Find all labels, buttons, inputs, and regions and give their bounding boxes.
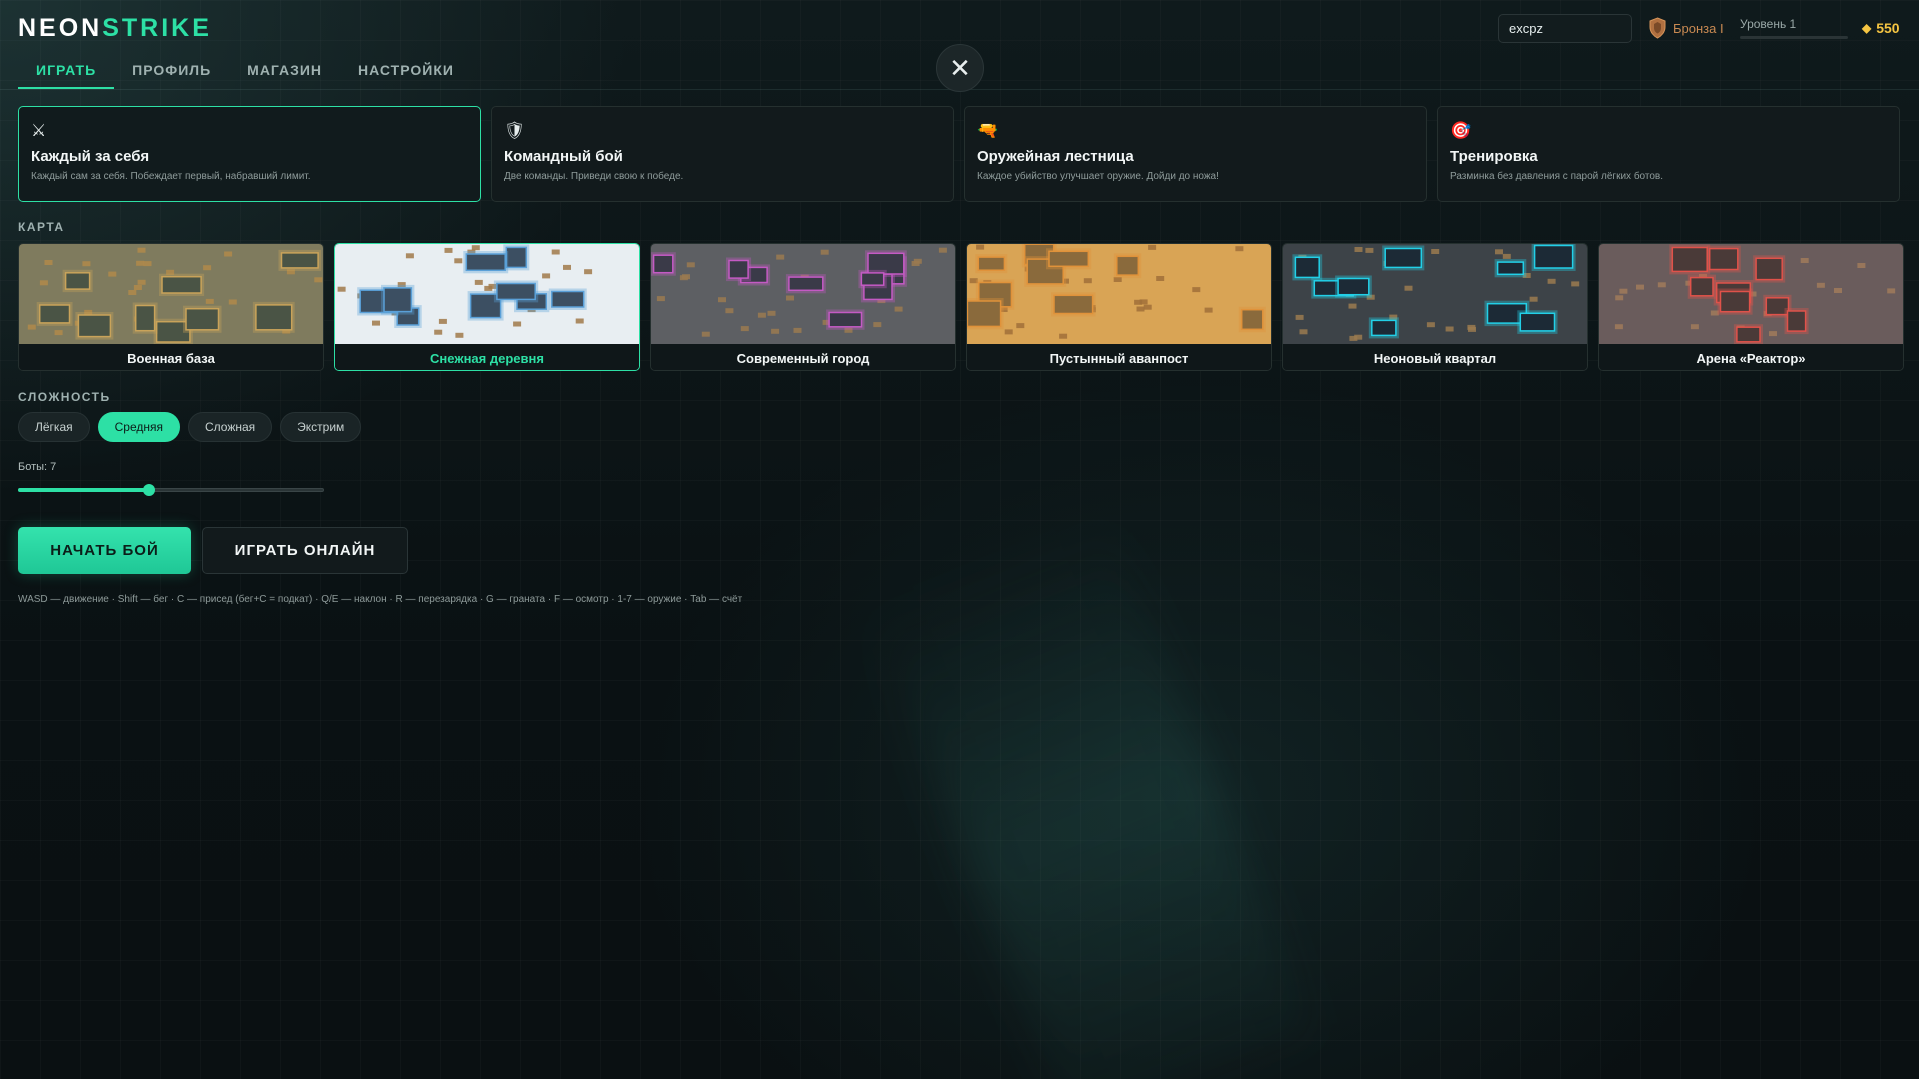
game-modes: ⚔ Каждый за себя Каждый сам за себя. Поб… xyxy=(18,106,1900,202)
map-preview-image xyxy=(1283,244,1587,344)
rank-badge: Бронза I xyxy=(1649,17,1724,39)
map-thumbnail xyxy=(651,244,955,344)
tab-play[interactable]: ИГРАТЬ xyxy=(18,50,115,89)
bots-count-label: Боты: 7 xyxy=(18,461,57,473)
slider-fill xyxy=(18,488,150,492)
map-card-modern-city[interactable]: Современный город xyxy=(650,243,956,371)
close-button[interactable]: ✕ xyxy=(936,44,984,92)
mode-description: Две команды. Приведи свою к победе. xyxy=(504,171,684,182)
mode-card-team[interactable]: 🛡 Командный бой Две команды. Приведи сво… xyxy=(491,106,954,202)
mode-title: Каждый за себя xyxy=(31,148,150,165)
map-card-snow-village[interactable]: Снежная деревня xyxy=(334,243,640,371)
water-gun-icon: 🔫 xyxy=(977,121,999,140)
mode-description: Каждое убийство улучшает оружие. Дойди д… xyxy=(977,171,1219,182)
mode-card-training[interactable]: 🎯 Тренировка Разминка без давления с пар… xyxy=(1437,106,1900,202)
controls-hint: WASD — движение · Shift — бег · C — прис… xyxy=(18,594,743,605)
map-thumbnail xyxy=(1283,244,1587,344)
map-thumbnail xyxy=(1599,244,1903,344)
map-list: Военная база Снежная деревня Современный… xyxy=(18,243,1904,371)
difficulty-extreme[interactable]: Экстрим xyxy=(280,412,362,442)
username-input[interactable] xyxy=(1498,14,1632,43)
main-nav: ИГРАТЬ ПРОФИЛЬ МАГАЗИН НАСТРОЙКИ xyxy=(18,50,472,90)
map-thumbnail xyxy=(19,244,323,344)
mode-description: Разминка без давления с парой лёгких бот… xyxy=(1450,171,1664,182)
tab-settings[interactable]: НАСТРОЙКИ xyxy=(340,50,472,89)
difficulty-medium[interactable]: Средняя xyxy=(97,412,180,442)
map-card-desert-outpost[interactable]: Пустынный аванпост xyxy=(966,243,1272,371)
level-progress-bar xyxy=(1740,36,1848,39)
mode-card-ffa[interactable]: ⚔ Каждый за себя Каждый сам за себя. Поб… xyxy=(18,106,481,202)
bots-slider[interactable] xyxy=(18,484,324,496)
map-name: Неоновый квартал xyxy=(1283,344,1587,370)
mode-title: Командный бой xyxy=(504,148,623,165)
level-label: Уровень 1 xyxy=(1740,17,1797,31)
slider-thumb[interactable] xyxy=(143,484,156,496)
map-name: Современный город xyxy=(651,344,955,370)
rank-label: Бронза I xyxy=(1673,20,1724,36)
map-preview-image xyxy=(651,244,955,344)
mode-card-gun-game[interactable]: 🔫 Оружейная лестница Каждое убийство улу… xyxy=(964,106,1427,202)
mode-description: Каждый сам за себя. Побеждает первый, на… xyxy=(31,171,311,182)
map-card-neon-district[interactable]: Неоновый квартал xyxy=(1282,243,1588,371)
start-battle-button[interactable]: НАЧАТЬ БОЙ xyxy=(18,527,191,574)
map-thumbnail xyxy=(335,244,639,344)
play-online-button[interactable]: ИГРАТЬ ОНЛАЙН xyxy=(202,527,408,574)
map-preview-image xyxy=(335,244,639,344)
shield-icon: 🛡 xyxy=(504,121,526,140)
map-section-title: КАРТА xyxy=(18,220,65,234)
mode-title: Тренировка xyxy=(1450,148,1538,165)
tab-shop[interactable]: МАГАЗИН xyxy=(229,50,340,89)
coins-value: 550 xyxy=(1876,20,1900,36)
coins-display: ◆ 550 xyxy=(1862,20,1900,36)
coin-icon: ◆ xyxy=(1862,21,1872,35)
map-name: Арена «Реактор» xyxy=(1599,344,1903,370)
logo-strike: STRIKE xyxy=(102,14,212,42)
difficulty-hard[interactable]: Сложная xyxy=(188,412,273,442)
map-preview-image xyxy=(1599,244,1903,344)
map-preview-image xyxy=(967,244,1271,344)
difficulty-section-title: СЛОЖНОСТЬ xyxy=(18,390,111,404)
map-card-military-base[interactable]: Военная база xyxy=(18,243,324,371)
crossed-swords-icon: ⚔ xyxy=(31,121,47,140)
map-name: Пустынный аванпост xyxy=(967,344,1271,370)
difficulty-easy[interactable]: Лёгкая xyxy=(18,412,90,442)
logo: NEONSTRIKE xyxy=(18,14,212,43)
rank-shield-icon xyxy=(1649,17,1666,39)
target-icon: 🎯 xyxy=(1450,121,1472,140)
difficulty-selector: Лёгкая Средняя Сложная Экстрим xyxy=(18,412,362,442)
map-name: Военная база xyxy=(19,344,323,370)
mode-title: Оружейная лестница xyxy=(977,148,1134,165)
close-icon: ✕ xyxy=(949,52,971,83)
logo-neon: NEON xyxy=(18,14,103,42)
main-menu: NEONSTRIKE ИГРАТЬ ПРОФИЛЬ МАГАЗИН НАСТРО… xyxy=(0,0,1919,1079)
map-thumbnail xyxy=(967,244,1271,344)
level-indicator: Уровень 1 xyxy=(1740,17,1848,39)
map-card-reactor-arena[interactable]: Арена «Реактор» xyxy=(1598,243,1904,371)
map-name: Снежная деревня xyxy=(335,344,639,370)
tab-profile[interactable]: ПРОФИЛЬ xyxy=(114,50,229,89)
map-preview-image xyxy=(19,244,323,344)
